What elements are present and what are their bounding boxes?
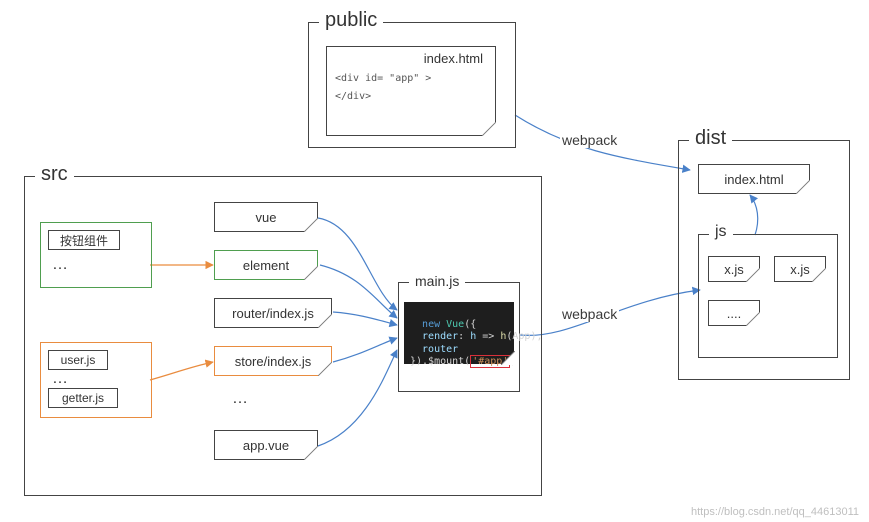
- section-public-title: public: [319, 9, 383, 32]
- section-src-title: src: [35, 163, 74, 186]
- store-modules-ellipsis: …: [52, 370, 70, 388]
- section-dist-title: dist: [689, 127, 732, 150]
- button-components-label: 按钮组件: [48, 230, 120, 250]
- module-app: app.vue: [214, 430, 318, 460]
- module-store: store/index.js: [214, 346, 332, 376]
- watermark-text: https://blog.csdn.net/qq_44613011: [691, 506, 859, 518]
- mainjs-code-block: new Vue({ render: h => h(App), router })…: [404, 302, 514, 364]
- section-dist-js-title: js: [709, 223, 733, 241]
- dist-index-file: index.html: [698, 164, 810, 194]
- mainjs-title: main.js: [409, 273, 465, 289]
- user-js-file: user.js: [48, 350, 108, 370]
- dist-js-file-1: x.js: [774, 256, 826, 282]
- modules-ellipsis: …: [232, 390, 250, 408]
- webpack-label-1: webpack: [560, 132, 619, 148]
- dist-js-file-more: ....: [708, 300, 760, 326]
- public-index-filename: index.html: [424, 51, 491, 70]
- button-components-ellipsis: …: [52, 256, 70, 274]
- webpack-label-2: webpack: [560, 306, 619, 322]
- public-code-line1: <div id= "app" >: [335, 70, 431, 88]
- public-code-line2: </div>: [335, 88, 431, 106]
- module-element: element: [214, 250, 318, 280]
- getter-js-file: getter.js: [48, 388, 118, 408]
- module-vue: vue: [214, 202, 318, 232]
- public-index-file: index.html <div id= "app" > </div>: [326, 46, 496, 136]
- dist-js-file-0: x.js: [708, 256, 760, 282]
- module-router: router/index.js: [214, 298, 332, 328]
- section-dist-js: js: [698, 234, 838, 358]
